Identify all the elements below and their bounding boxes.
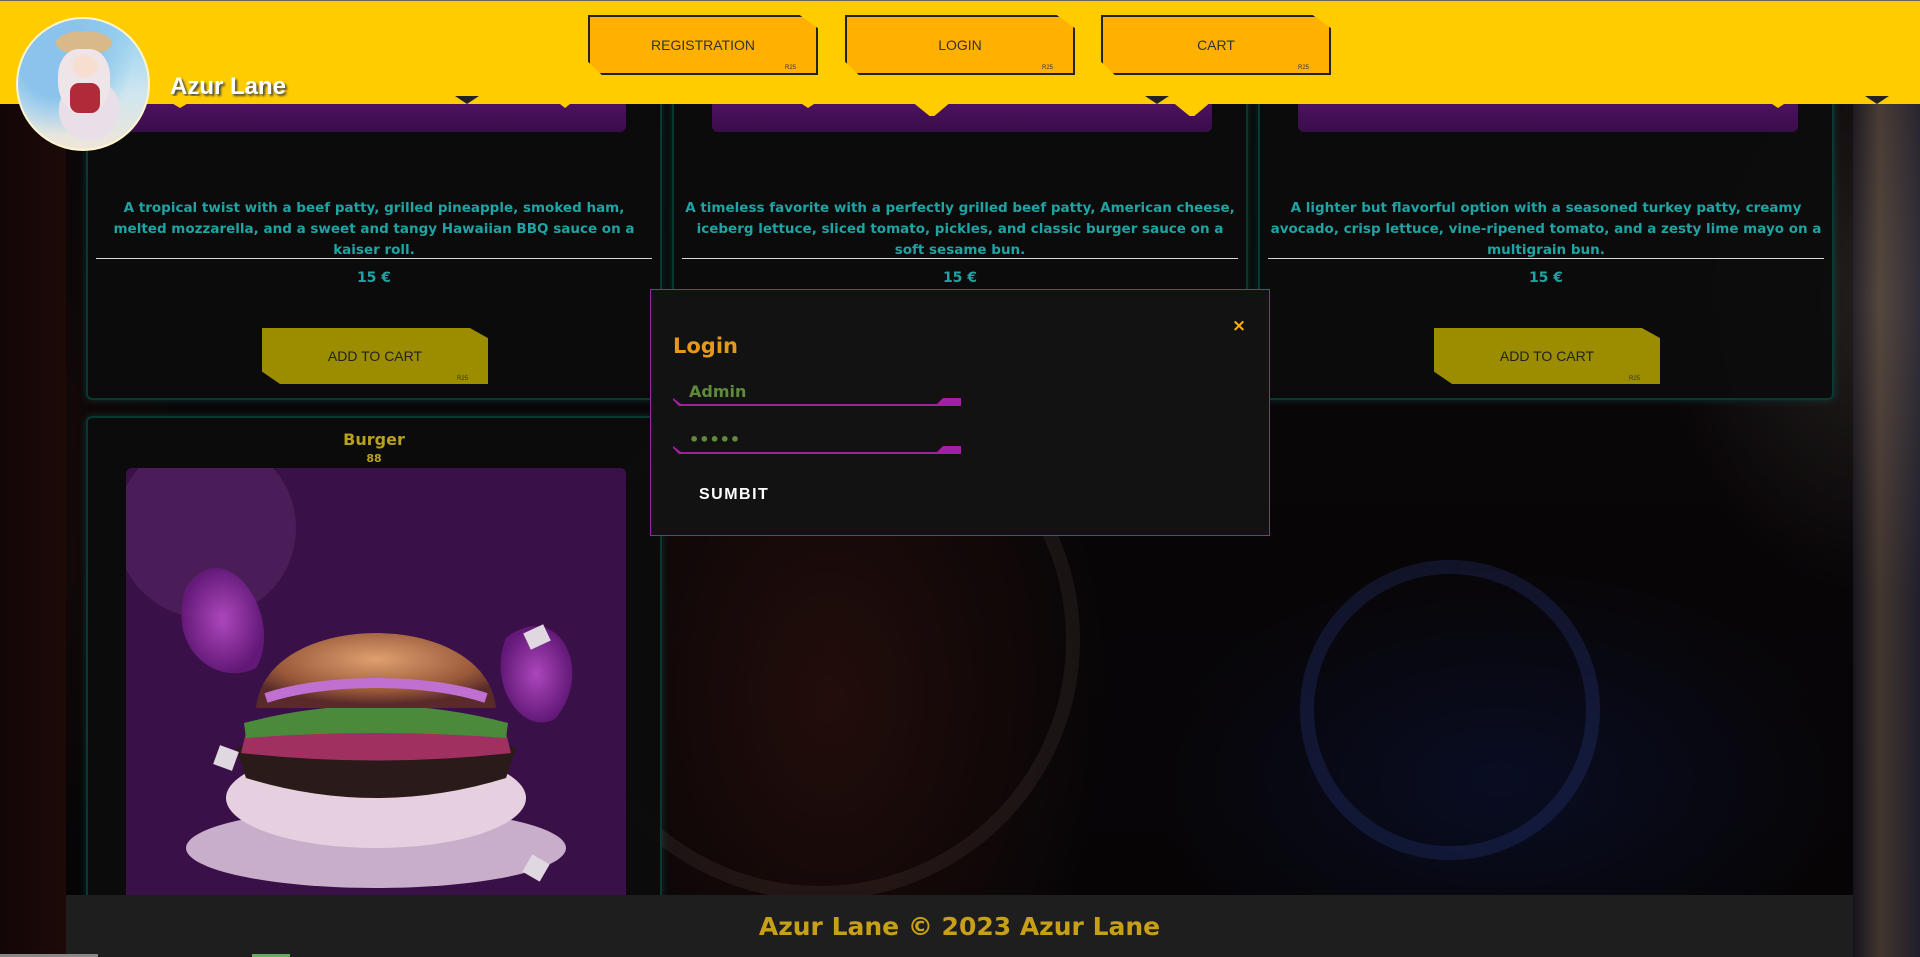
background-left-scenery — [0, 100, 66, 957]
product-price: 15 € — [1528, 270, 1564, 286]
background-neon-ring — [1300, 560, 1600, 860]
nav-login-button[interactable]: LOGIN R25 — [845, 15, 1075, 75]
add-to-cart-label: ADD TO CART — [327, 348, 423, 364]
logo-face — [72, 55, 98, 77]
password-underline — [673, 446, 961, 454]
product-divider — [682, 258, 1238, 259]
submit-button[interactable]: SUMBIT — [699, 486, 769, 504]
close-icon[interactable]: × — [1229, 316, 1249, 336]
burger-image — [126, 468, 626, 908]
product-price: 15 € — [356, 270, 392, 286]
login-modal-title: Login — [673, 334, 738, 358]
nav-registration-button[interactable]: REGISTRATION R25 — [588, 15, 818, 75]
button-tag: R25 — [456, 376, 468, 382]
product-description: A tropical twist with a beef patty, gril… — [113, 200, 635, 258]
burger-illustration — [126, 468, 626, 908]
nav-cart-button[interactable]: CART R25 — [1101, 15, 1331, 75]
username-underline — [673, 398, 961, 406]
product-price: 15 € — [942, 270, 978, 286]
background-right-scenery — [1853, 100, 1920, 957]
product-title: Burger — [343, 430, 405, 449]
nav-cart-label: CART — [1197, 37, 1235, 53]
login-modal: Login × SUMBIT — [650, 289, 1270, 536]
product-description: A timeless favorite with a perfectly gri… — [685, 200, 1235, 258]
button-tag: R25 — [1628, 376, 1640, 382]
button-tag: R25 — [1297, 65, 1309, 71]
product-subtitle: 88 — [366, 452, 382, 465]
product-divider — [96, 258, 652, 259]
site-header: Azur Lane REGISTRATION R25 LOGIN R25 CAR… — [0, 0, 1920, 151]
add-to-cart-button[interactable]: ADD TO CART R25 — [1434, 328, 1660, 384]
username-field-wrapper — [673, 378, 961, 406]
product-card: Burger 88 — [86, 416, 662, 908]
add-to-cart-button[interactable]: ADD TO CART R25 — [262, 328, 488, 384]
product-description: A lighter but flavorful option with a se… — [1270, 200, 1822, 258]
nav-registration-label: REGISTRATION — [651, 37, 755, 53]
add-to-cart-label: ADD TO CART — [1499, 348, 1595, 364]
password-field-wrapper — [673, 426, 961, 454]
site-footer: Azur Lane © 2023 Azur Lane — [66, 895, 1853, 957]
header-notch-decoration — [160, 96, 1889, 116]
footer-text: Azur Lane © 2023 Azur Lane — [758, 911, 1161, 941]
site-logo-avatar[interactable] — [16, 17, 150, 151]
product-divider — [1268, 258, 1824, 259]
nav-login-label: LOGIN — [938, 37, 982, 53]
button-tag: R25 — [784, 65, 796, 71]
button-tag: R25 — [1041, 65, 1053, 71]
